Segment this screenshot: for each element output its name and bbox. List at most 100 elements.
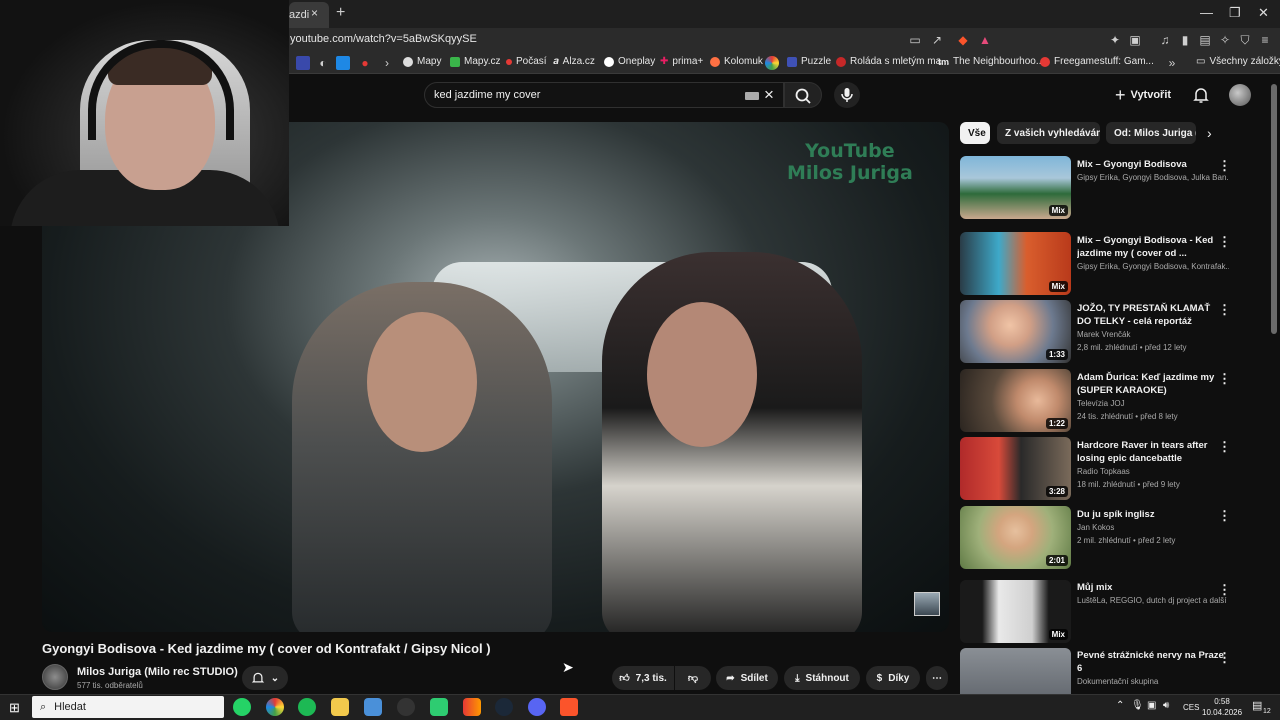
minimize-button[interactable]: — bbox=[1200, 5, 1213, 20]
more-vertical-icon[interactable]: ⋮ bbox=[1218, 650, 1231, 666]
share-button[interactable]: ➦ Sdílet bbox=[716, 666, 778, 690]
brave-shields-icon[interactable]: ◆ bbox=[956, 33, 970, 47]
screenshot-icon[interactable]: ▣ bbox=[1128, 33, 1142, 47]
leo-ai-icon[interactable]: ✧ bbox=[1218, 33, 1232, 47]
bookmark-icon[interactable]: ◐ bbox=[316, 56, 330, 70]
more-vertical-icon[interactable]: ⋮ bbox=[1218, 234, 1231, 250]
brave-rewards-icon[interactable]: ▲ bbox=[978, 33, 992, 47]
brave-icon[interactable] bbox=[560, 698, 578, 716]
recommendation-title[interactable]: JOŽO, TY PRESTAŇ KLAMAŤ DO TELKY - celá … bbox=[1077, 302, 1227, 328]
dislike-button[interactable]: 👎︎ bbox=[675, 666, 711, 690]
chip-from-searches[interactable]: Z vašich vyhledávání bbox=[997, 122, 1100, 144]
spotify-icon[interactable] bbox=[298, 698, 316, 716]
cast-icon[interactable]: ▭ bbox=[908, 33, 922, 47]
bookmark-mapy[interactable]: Mapy bbox=[403, 56, 441, 67]
more-vertical-icon[interactable]: ⋮ bbox=[1218, 582, 1231, 598]
recommendation-title[interactable]: Adam Ďurica: Keď jazdime my (SUPER KARAO… bbox=[1077, 371, 1227, 397]
bookmark-icon[interactable] bbox=[296, 56, 310, 70]
voice-search-button[interactable] bbox=[834, 82, 860, 108]
chrome-icon[interactable] bbox=[266, 698, 284, 716]
bookmark-oneplay[interactable]: Oneplay bbox=[604, 56, 655, 67]
app-g-icon[interactable] bbox=[397, 698, 415, 716]
more-vertical-icon[interactable]: ⋮ bbox=[1218, 302, 1231, 318]
video-thumbnail[interactable]: 1:33 bbox=[960, 300, 1071, 363]
close-window-button[interactable]: ✕ bbox=[1258, 5, 1269, 21]
recommendation-title[interactable]: Pevné strážnické nervy na Praze 6 bbox=[1077, 649, 1227, 675]
search-button[interactable] bbox=[784, 82, 822, 108]
recommendation-item[interactable]: Pevné strážnické nervy na Praze 6 Dokume… bbox=[960, 648, 1260, 694]
address-bar[interactable]: youtube.com/watch?v=5aBwSKqyySE bbox=[290, 33, 477, 45]
download-button[interactable]: ⤓ Stáhnout bbox=[784, 666, 860, 690]
recommendation-item[interactable]: 1:22 Adam Ďurica: Keď jazdime my (SUPER … bbox=[960, 369, 1260, 433]
media-icon[interactable]: ♫ bbox=[1158, 33, 1172, 47]
account-avatar[interactable] bbox=[1229, 84, 1251, 106]
browser-tab[interactable]: azdi bbox=[289, 2, 329, 28]
recommendation-title[interactable]: Hardcore Raver in tears after losing epi… bbox=[1077, 439, 1227, 465]
recommendation-title[interactable]: Mix – Gyongyi Bodisova - Ked jazdime my … bbox=[1077, 234, 1227, 260]
bookmark-pocasi[interactable]: Počasí bbox=[506, 56, 547, 67]
recommendation-item[interactable]: Mix Mix – Gyongyi Bodisova Gipsy Erika, … bbox=[960, 156, 1260, 220]
whatsapp-icon[interactable] bbox=[233, 698, 251, 716]
recommendation-item[interactable]: 2:01 Du ju spík inglisz Jan Kokos 2 mil.… bbox=[960, 506, 1260, 570]
bookmark-prima[interactable]: ✚ prima+ bbox=[660, 56, 703, 67]
vpn-icon[interactable]: ⛉ bbox=[1238, 33, 1252, 47]
channel-name[interactable]: Milos Juriga (Milo rec STUDIO) bbox=[77, 666, 238, 678]
search-input-value[interactable]: ked jazdime my cover bbox=[434, 89, 540, 101]
like-button[interactable]: 👍︎ 7,3 tis. bbox=[612, 666, 674, 690]
taskbar-clock[interactable]: 0:58 10.04.2026 bbox=[1202, 696, 1242, 718]
channel-branding-icon[interactable] bbox=[914, 592, 940, 616]
bookmark-icon[interactable]: › bbox=[380, 56, 394, 70]
chevron-right-icon[interactable]: › bbox=[1207, 125, 1212, 141]
app-green-icon[interactable] bbox=[430, 698, 448, 716]
recommendation-item[interactable]: 3:28 Hardcore Raver in tears after losin… bbox=[960, 437, 1260, 501]
keyboard-language[interactable]: CES bbox=[1183, 703, 1199, 712]
chip-all[interactable]: Vše bbox=[960, 122, 990, 144]
all-bookmarks[interactable]: ▭ Všechny záložky bbox=[1196, 56, 1280, 67]
channel-avatar[interactable] bbox=[42, 664, 68, 690]
sidebar-icon[interactable]: ▮ bbox=[1178, 33, 1192, 47]
tray-overflow-icon[interactable]: ⌃ bbox=[1116, 700, 1124, 711]
chip-from-channel[interactable]: Od: Milos Juriga (M bbox=[1106, 122, 1196, 144]
more-actions-button[interactable]: ⋯ bbox=[926, 666, 948, 690]
chrome-bookmark-icon[interactable] bbox=[765, 56, 779, 70]
more-vertical-icon[interactable]: ⋮ bbox=[1218, 508, 1231, 524]
bookmark-freegamestuff[interactable]: Freegamestuff: Gam... bbox=[1040, 56, 1154, 67]
video-thumbnail[interactable]: 1:22 bbox=[960, 369, 1071, 432]
video-thumbnail[interactable]: Mix bbox=[960, 156, 1071, 219]
thanks-button[interactable]: $ Díky bbox=[866, 666, 920, 690]
steam-icon[interactable] bbox=[495, 698, 513, 716]
file-explorer-icon[interactable] bbox=[331, 698, 349, 716]
tab-close-icon[interactable]: × bbox=[311, 6, 318, 20]
app-colorful-icon[interactable] bbox=[463, 698, 481, 716]
taskbar-search[interactable]: ⌕ Hledat bbox=[32, 696, 224, 718]
extensions-icon[interactable]: ✦ bbox=[1108, 33, 1122, 47]
menu-icon[interactable]: ≡ bbox=[1258, 33, 1272, 47]
bookmark-rolada[interactable]: Roláda s mletým ma... bbox=[836, 56, 949, 67]
notifications-icon[interactable]: ▤ bbox=[1252, 699, 1262, 712]
subscription-bell-button[interactable]: ⌄ bbox=[242, 666, 288, 690]
network-icon[interactable]: ▣ bbox=[1147, 700, 1156, 711]
more-vertical-icon[interactable]: ⋮ bbox=[1218, 371, 1231, 387]
keyboard-icon[interactable] bbox=[745, 92, 759, 100]
restore-button[interactable]: ❐ bbox=[1229, 5, 1241, 21]
more-vertical-icon[interactable]: ⋮ bbox=[1218, 439, 1231, 455]
discord-icon[interactable] bbox=[528, 698, 546, 716]
wallet-icon[interactable]: ▤ bbox=[1198, 33, 1212, 47]
bookmark-icon[interactable]: ● bbox=[358, 56, 372, 70]
windows-start-icon[interactable]: ⊞ bbox=[9, 700, 20, 716]
volume-icon[interactable]: 🔊︎ bbox=[1163, 700, 1169, 711]
recommendation-item[interactable]: Mix Mix – Gyongyi Bodisova - Ked jazdime… bbox=[960, 232, 1260, 296]
video-thumbnail[interactable]: Mix bbox=[960, 580, 1071, 643]
video-thumbnail[interactable]: 2:01 bbox=[960, 506, 1071, 569]
share-page-icon[interactable]: ↗ bbox=[930, 33, 944, 47]
page-scrollbar[interactable] bbox=[1271, 84, 1277, 334]
editor-icon[interactable] bbox=[364, 698, 382, 716]
bookmark-puzzle[interactable]: Puzzle bbox=[787, 56, 831, 67]
recommendation-title[interactable]: Du ju spík inglisz bbox=[1077, 508, 1227, 521]
bookmark-kolomuk[interactable]: Kolomuk bbox=[710, 56, 763, 67]
recommendation-title[interactable]: Můj mix bbox=[1077, 581, 1227, 594]
more-vertical-icon[interactable]: ⋮ bbox=[1218, 158, 1231, 174]
recommendation-item[interactable]: 1:33 JOŽO, TY PRESTAŇ KLAMAŤ DO TELKY - … bbox=[960, 300, 1260, 364]
create-button[interactable]: + Vytvořit bbox=[1115, 84, 1171, 106]
video-thumbnail[interactable] bbox=[960, 648, 1071, 694]
